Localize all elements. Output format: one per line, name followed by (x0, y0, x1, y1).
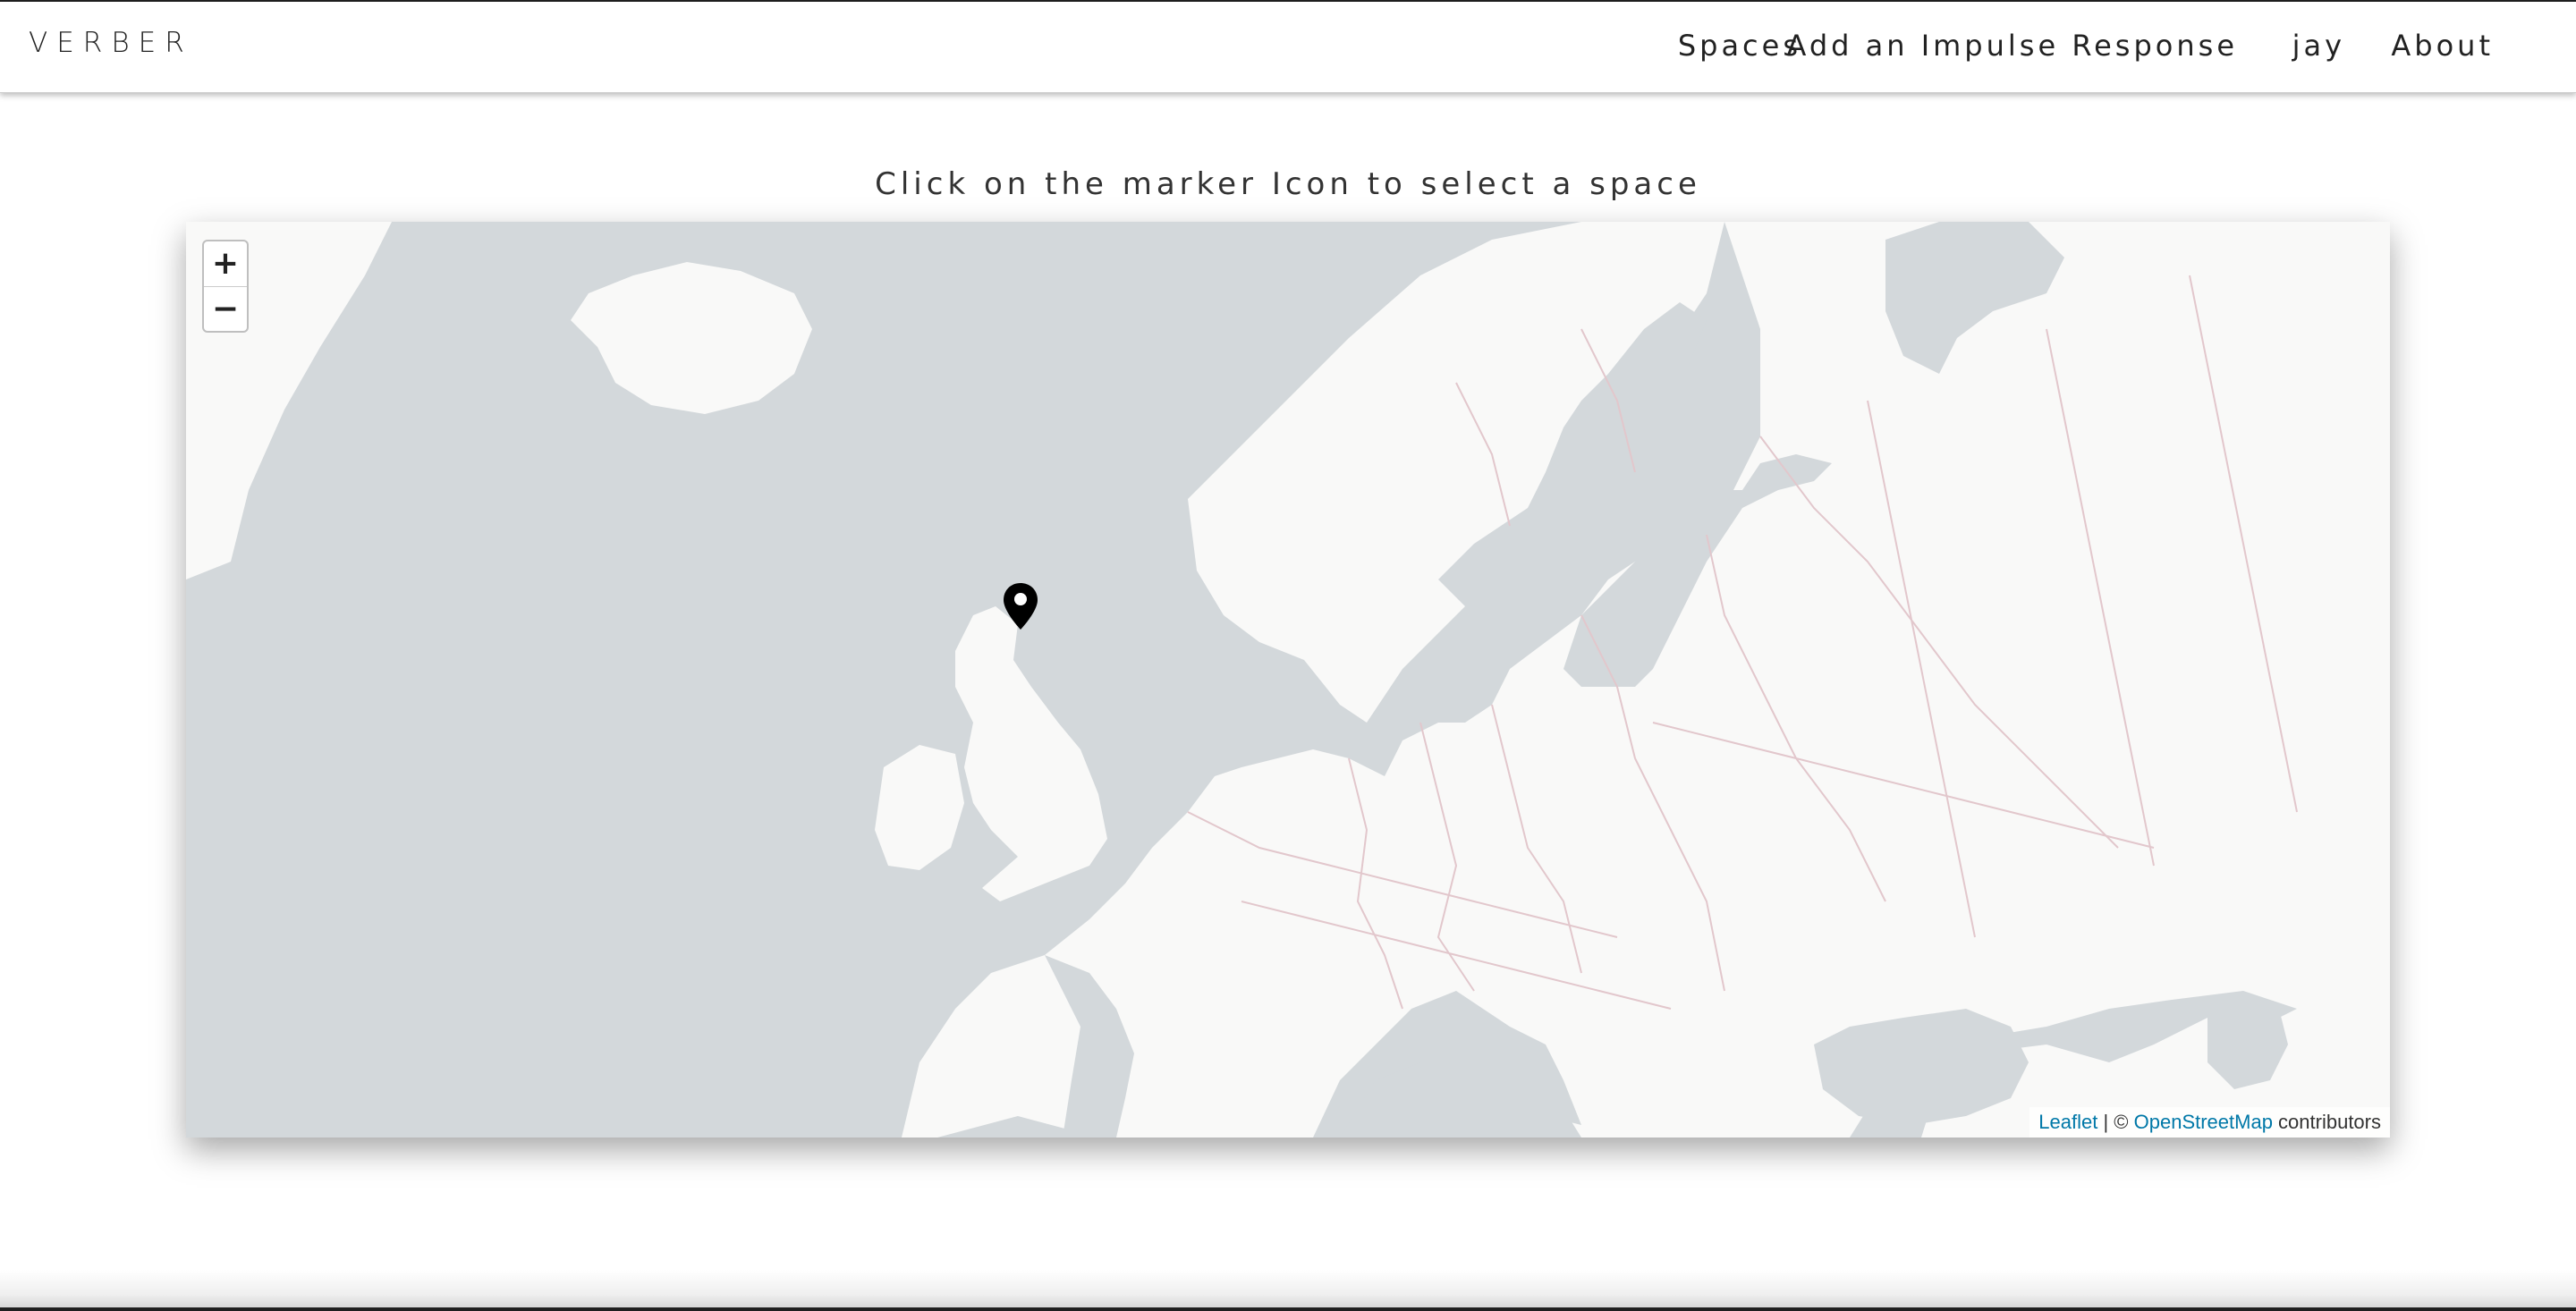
window-frame-bottom (0, 1307, 2576, 1311)
attribution-leaflet-link[interactable]: Leaflet (2038, 1111, 2097, 1133)
nav-link-about[interactable]: About (2391, 29, 2494, 63)
map-tiles (186, 222, 2390, 1138)
zoom-control: + − (202, 240, 249, 333)
page-instruction: Click on the marker Icon to select a spa… (875, 166, 1701, 202)
attribution-suffix: contributors (2272, 1111, 2381, 1133)
attribution-separator: | © (2097, 1111, 2134, 1133)
nav-link-spaces[interactable]: Spaces (1678, 29, 1801, 63)
brand-logo[interactable]: VERBER (29, 27, 193, 59)
nav-link-add-impulse-response[interactable]: Add an Impulse Response (1787, 29, 2239, 63)
map-attribution: Leaflet | © OpenStreetMap contributors (2029, 1107, 2390, 1138)
map-pin-icon[interactable] (1000, 581, 1041, 631)
zoom-in-button[interactable]: + (204, 241, 247, 287)
map-container[interactable]: + − Leaflet | © OpenStreetMap contributo… (186, 222, 2390, 1138)
zoom-out-button[interactable]: − (204, 287, 247, 331)
attribution-osm-link[interactable]: OpenStreetMap (2134, 1111, 2273, 1133)
page-footer-edge (0, 1270, 2576, 1311)
top-navbar: VERBER Spaces Add an Impulse Response ja… (0, 2, 2576, 93)
nav-link-user[interactable]: jay (2292, 29, 2345, 63)
